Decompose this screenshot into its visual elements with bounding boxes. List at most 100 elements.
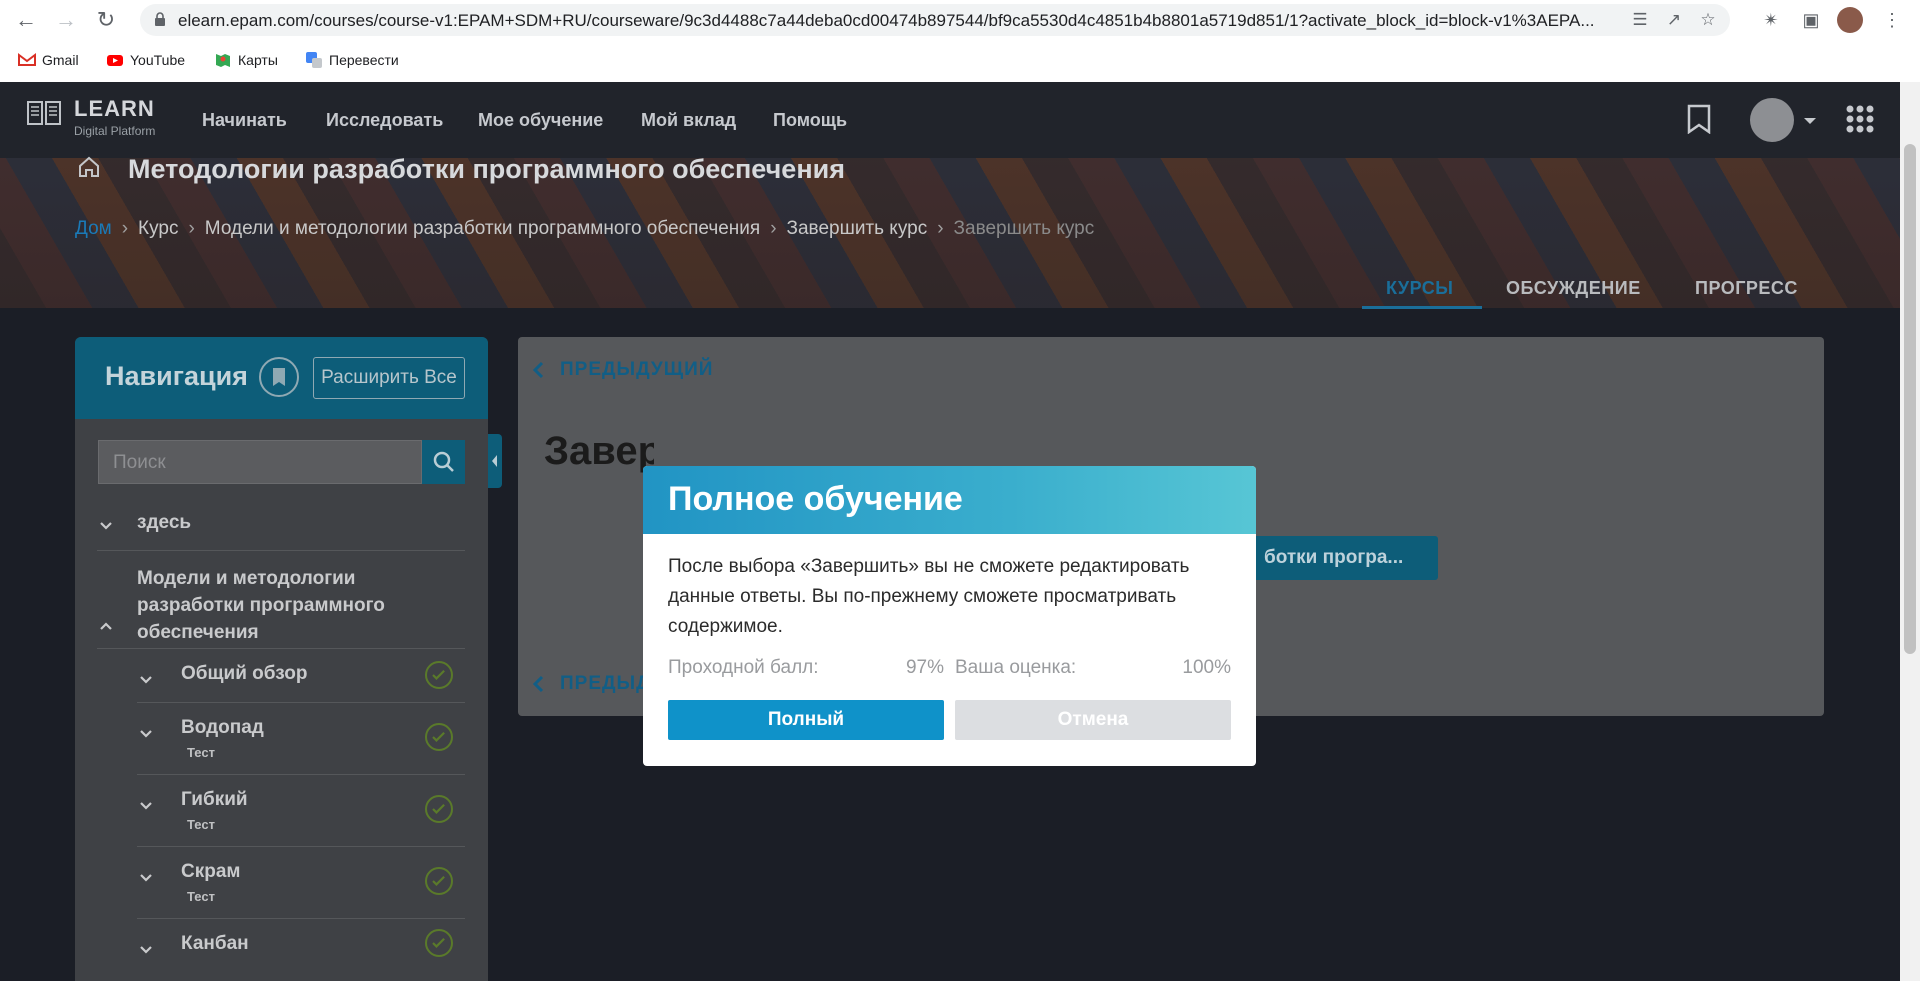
top-navigation: LEARN Digital Platform Начинать Исследов… [0,82,1900,158]
completed-check-icon [425,723,453,751]
breadcrumb: Дом › Курс › Модели и методологии разраб… [75,218,1094,240]
chevron-down-icon [140,874,152,882]
chevron-down-icon [140,802,152,810]
chevron-down-icon [140,730,152,738]
nav-section-title: Модели и методологии разработки программ… [137,568,385,643]
cancel-button[interactable]: Отмена [955,700,1231,740]
caret-down-icon[interactable] [1804,118,1816,124]
breadcrumb-home[interactable]: Дом [75,218,112,240]
passing-score-value: 97% [905,657,944,678]
breadcrumb-separator-icon: › [188,218,195,239]
nav-subsection-title: Канбан [181,933,249,954]
maps-icon [216,54,230,67]
scrollbar-thumb[interactable] [1904,144,1916,654]
breadcrumb-separator-icon: › [770,218,777,239]
bookmark-icon [273,368,285,386]
menu-help[interactable]: Помощь [773,110,847,131]
address-bar[interactable]: elearn.epam.com/courses/course-v1:EPAM+S… [140,4,1730,36]
menu-my-contribution[interactable]: Мой вклад [641,110,736,131]
extensions-icon[interactable]: ✴ [1757,6,1785,34]
nav-subsection-type: Тест [187,889,215,904]
collapse-nav-button[interactable] [488,434,502,488]
share-icon[interactable]: ↗ [1664,10,1684,30]
bookmark-maps[interactable]: Карты [214,49,278,71]
completed-check-icon [425,867,453,895]
forward-icon[interactable]: → [52,6,80,34]
breadcrumb-item[interactable]: Курс [138,218,178,240]
bookmark-youtube[interactable]: YouTube [106,49,185,71]
passing-score-label: Проходной балл: [668,657,819,678]
menu-my-learning[interactable]: Мое обучение [478,110,603,131]
complete-course-button[interactable]: ботки програ... [1248,536,1438,580]
tab-active-indicator [1362,306,1482,309]
nav-subsection[interactable]: Канбан [137,919,465,981]
nav-subsection-title: Гибкий [181,789,248,810]
menu-dots-icon[interactable]: ⋮ [1878,6,1906,34]
star-icon[interactable]: ☆ [1698,10,1718,30]
chevron-down-icon [140,676,152,684]
your-grade-label: Ваша оценка: [955,657,1077,678]
lock-icon [155,12,165,26]
home-icon[interactable] [78,156,100,178]
breadcrumb-separator-icon: › [937,218,944,239]
search-icon [433,451,454,472]
dialog-message: После выбора «Завершить» вы не сможете р… [668,556,1190,637]
page-scrollbar[interactable] [1900,82,1920,981]
dialog-title: Полное обучение [668,480,963,518]
nav-section[interactable]: Модели и методологии разработки программ… [97,551,465,649]
logo-title: LEARN [74,96,155,121]
breadcrumb-separator-icon: › [121,218,129,239]
nav-subsection-type: Тест [187,745,215,760]
profile-avatar[interactable] [1837,7,1863,33]
apps-grid-icon[interactable] [1845,104,1875,134]
chevron-left-icon [492,455,497,467]
search-placeholder: Поиск [113,452,166,473]
dialog-header: Полное обучение [643,466,1256,534]
site-logo[interactable]: LEARN Digital Platform [24,96,155,138]
nav-search-input[interactable]: Поиск [98,440,422,484]
menu-explore[interactable]: Исследовать [326,110,443,131]
navigation-title: Навигация [105,361,248,391]
tab-courses[interactable]: КУРСЫ [1386,278,1453,299]
side-panel-icon[interactable]: ▣ [1797,6,1825,34]
nav-section-title: здесь [137,512,192,533]
bookmark-icon[interactable] [1686,104,1712,134]
nav-bookmarks-button[interactable] [259,357,299,397]
confirm-complete-button[interactable]: Полный [668,700,944,740]
nav-search-button[interactable] [422,440,465,484]
translate-icon[interactable]: ☰ [1630,10,1650,30]
previous-button[interactable]: ПРЕДЫДУЩИЙ [532,359,713,381]
course-title: Методологии разработки программного обес… [128,154,845,184]
tab-discussion[interactable]: ОБСУЖДЕНИЕ [1506,278,1641,299]
completed-check-icon [425,661,453,689]
nav-subsection-title: Водопад [181,717,264,738]
chevron-left-icon [532,361,544,379]
gmail-icon [18,53,36,66]
course-navigation: Навигация Расширить Все Поиск здесь Моде… [75,337,488,981]
nav-section[interactable]: здесь [97,497,465,551]
nav-subsection[interactable]: Общий обзор [137,649,465,703]
completed-check-icon [425,929,453,957]
bookmark-translate[interactable]: Перевести [305,49,399,71]
navigation-header: Навигация Расширить Все [75,337,488,419]
unit-heading: Завер [544,429,654,473]
book-logo-icon [27,101,61,125]
browser-chrome: ← → ↻ elearn.epam.com/courses/course-v1:… [0,0,1920,82]
reload-icon[interactable]: ↻ [92,6,120,34]
nav-subsection[interactable]: Гибкий Тест [137,775,465,847]
tab-progress[interactable]: ПРОГРЕСС [1695,278,1798,299]
back-icon[interactable]: ← [12,6,40,34]
nav-subsection-type: Тест [187,817,215,832]
breadcrumb-item[interactable]: Завершить курс [787,218,928,240]
nav-subsection[interactable]: Скрам Тест [137,847,465,919]
youtube-icon [107,55,123,66]
nav-subsection-title: Общий обзор [181,663,308,684]
breadcrumb-item[interactable]: Модели и методологии разработки программ… [205,218,760,240]
previous-label: ПРЕДЫДУЩИЙ [560,359,714,380]
menu-start[interactable]: Начинать [202,110,287,131]
translate-bookmark-icon [306,52,322,68]
nav-subsection[interactable]: Водопад Тест [137,703,465,775]
bookmark-gmail[interactable]: Gmail [18,49,79,71]
expand-all-button[interactable]: Расширить Все [313,357,465,399]
user-avatar[interactable] [1750,98,1794,142]
